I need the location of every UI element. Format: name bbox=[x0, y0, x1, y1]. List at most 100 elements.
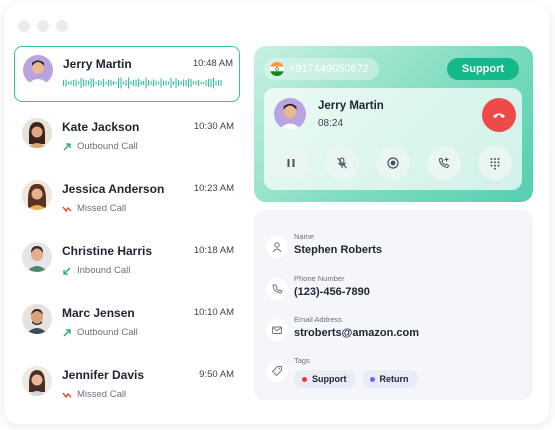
wave-bar bbox=[180, 81, 182, 85]
tag-list: Support Return bbox=[294, 370, 418, 388]
call-row[interactable]: Kate Jackson 10:30 AM Outbound Call bbox=[14, 108, 240, 170]
avatar bbox=[23, 55, 53, 85]
call-type: Missed Call bbox=[77, 389, 127, 400]
wave-bar bbox=[95, 81, 97, 85]
wave-bar bbox=[103, 79, 105, 87]
wave-bar bbox=[173, 81, 175, 85]
call-type: Inbound Call bbox=[77, 265, 131, 276]
call-time: 10:18 AM bbox=[193, 245, 234, 256]
tag-label: Return bbox=[379, 374, 409, 384]
tags-label: Tags bbox=[294, 356, 310, 365]
call-row[interactable]: Jessica Anderson 10:23 AM Missed Call bbox=[14, 170, 240, 232]
support-button[interactable]: Support bbox=[447, 58, 519, 80]
record-icon bbox=[387, 157, 399, 169]
record-button[interactable] bbox=[376, 146, 410, 180]
call-time: 9:50 AM bbox=[199, 369, 234, 380]
wave-bar bbox=[203, 82, 205, 84]
wave-bar bbox=[170, 78, 172, 88]
wave-bar bbox=[193, 81, 195, 85]
tag-icon bbox=[266, 360, 288, 382]
tag-support[interactable]: Support bbox=[294, 370, 356, 388]
wave-bar bbox=[133, 80, 135, 86]
wave-bar bbox=[115, 82, 117, 84]
person-icon bbox=[266, 236, 288, 258]
wave-bar bbox=[118, 78, 120, 88]
avatar bbox=[22, 304, 52, 334]
caller-name: Jennifer Davis bbox=[62, 368, 145, 382]
wave-bar bbox=[210, 79, 212, 87]
wave-bar bbox=[100, 81, 102, 85]
wave-bar bbox=[215, 80, 217, 86]
wave-bar bbox=[178, 80, 180, 86]
pause-icon bbox=[287, 159, 295, 167]
pause-button[interactable] bbox=[274, 146, 308, 180]
wave-bar bbox=[185, 80, 187, 86]
wave-bar bbox=[208, 79, 210, 87]
mail-icon bbox=[266, 319, 288, 341]
wave-bar bbox=[158, 81, 160, 85]
wave-bar bbox=[70, 81, 72, 85]
wave-bar bbox=[110, 80, 112, 86]
wave-bar bbox=[98, 80, 100, 86]
window-minimize-dot[interactable] bbox=[37, 20, 49, 32]
call-row[interactable]: Marc Jensen 10:10 AM Outbound Call bbox=[14, 294, 240, 356]
wave-bar bbox=[140, 80, 142, 86]
wave-bar bbox=[168, 81, 170, 85]
wave-bar bbox=[143, 81, 145, 85]
wave-bar bbox=[63, 80, 65, 86]
call-controls bbox=[274, 146, 512, 180]
inbound-arrow-icon bbox=[63, 267, 71, 275]
window-controls bbox=[18, 20, 68, 32]
phone-label: Phone Number bbox=[294, 274, 345, 283]
wave-bar bbox=[160, 78, 162, 88]
tag-label: Support bbox=[312, 374, 347, 384]
india-flag-icon bbox=[270, 62, 284, 76]
mute-button[interactable] bbox=[325, 146, 359, 180]
wave-bar bbox=[78, 81, 80, 85]
wave-bar bbox=[148, 80, 150, 86]
call-row-active[interactable]: Jerry Martin 10:48 AM bbox=[14, 46, 240, 102]
wave-bar bbox=[75, 79, 77, 87]
wave-bar bbox=[200, 81, 202, 85]
window-close-dot[interactable] bbox=[18, 20, 30, 32]
wave-bar bbox=[175, 78, 177, 88]
keypad-icon bbox=[490, 158, 500, 170]
call-type: Missed Call bbox=[77, 203, 127, 214]
wave-bar bbox=[93, 79, 95, 87]
call-time: 10:10 AM bbox=[193, 307, 234, 318]
wave-bar bbox=[68, 81, 70, 85]
wave-bar bbox=[135, 79, 137, 87]
phone-number-pill[interactable]: +917449050672 bbox=[264, 58, 379, 80]
wave-bar bbox=[108, 79, 110, 87]
add-call-button[interactable] bbox=[427, 146, 461, 180]
contact-email: stroberts@amazon.com bbox=[294, 327, 420, 339]
hang-up-button[interactable] bbox=[482, 98, 516, 132]
call-row[interactable]: Christine Harris 10:18 AM Inbound Call bbox=[14, 232, 240, 294]
avatar bbox=[22, 118, 52, 148]
wave-bar bbox=[85, 80, 87, 86]
tag-dot bbox=[369, 376, 375, 382]
contact-phone: (123)-456-7890 bbox=[294, 286, 370, 298]
wave-bar bbox=[155, 80, 157, 86]
keypad-button[interactable] bbox=[478, 146, 512, 180]
tag-return[interactable]: Return bbox=[361, 370, 418, 388]
call-list: Jerry Martin 10:48 AM Kate Jackson 10:30… bbox=[14, 46, 240, 418]
wave-bar bbox=[218, 80, 220, 86]
avatar bbox=[22, 366, 52, 396]
window-maximize-dot[interactable] bbox=[56, 20, 68, 32]
wave-bar bbox=[90, 78, 92, 88]
call-time: 10:48 AM bbox=[192, 58, 233, 69]
active-call-panel: +917449050672 Support Jerry Martin 08:24 bbox=[254, 46, 533, 202]
call-duration: 08:24 bbox=[318, 118, 344, 129]
phone-icon bbox=[266, 278, 288, 300]
call-type: Outbound Call bbox=[77, 327, 138, 338]
mute-icon bbox=[337, 157, 347, 169]
missed-call-icon bbox=[62, 392, 72, 398]
call-row[interactable]: Jennifer Davis 9:50 AM Missed Call bbox=[14, 356, 240, 418]
caller-avatar bbox=[274, 98, 306, 130]
wave-bar bbox=[220, 80, 222, 86]
tag-dot bbox=[302, 376, 307, 382]
wave-bar bbox=[198, 80, 200, 86]
wave-bar bbox=[165, 80, 167, 86]
wave-bar bbox=[145, 77, 147, 89]
